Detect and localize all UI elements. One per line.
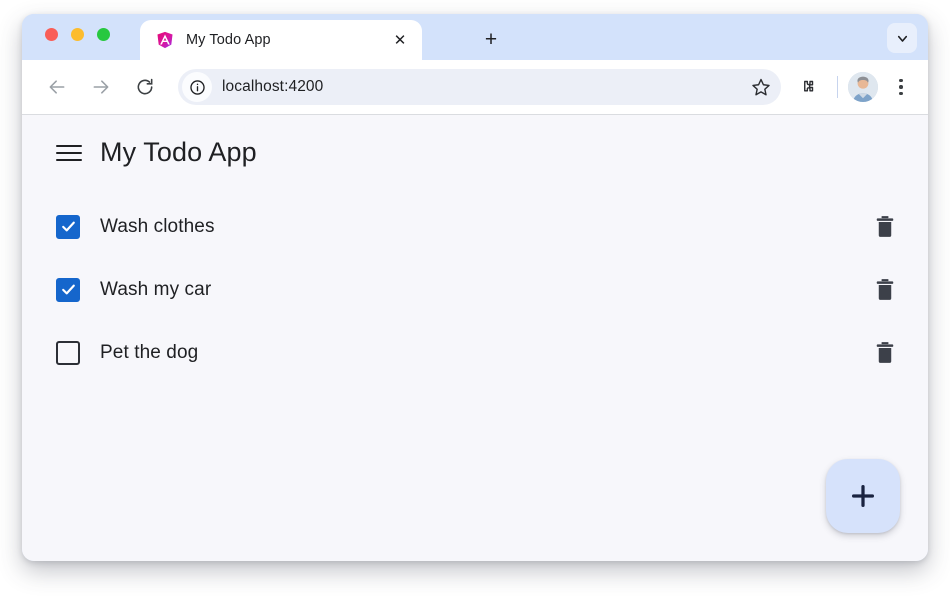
- angular-logo-icon: [157, 31, 173, 49]
- check-icon: [61, 284, 75, 295]
- trash-icon: [876, 215, 894, 237]
- browser-window: My Todo App ✕ + localhost:4200 My Todo A…: [22, 14, 928, 561]
- todo-checkbox[interactable]: [56, 277, 80, 302]
- close-icon[interactable]: ✕: [388, 28, 412, 52]
- arrow-right-icon: [93, 80, 109, 94]
- todo-checkbox[interactable]: [56, 214, 80, 239]
- new-tab-button[interactable]: +: [477, 25, 505, 53]
- app-header: My Todo App: [22, 115, 928, 168]
- three-dot-menu-icon: [899, 85, 903, 89]
- todo-label: Wash clothes: [100, 215, 215, 237]
- chevron-down-icon: [897, 35, 907, 42]
- trash-icon: [876, 278, 894, 300]
- address-bar[interactable]: localhost:4200: [178, 69, 781, 105]
- tab-search-button[interactable]: [887, 23, 917, 53]
- screen: My Todo App ✕ + localhost:4200 My Todo A…: [0, 0, 950, 600]
- todo-list: Wash clothes Wash my car Pet the dog: [22, 195, 928, 384]
- three-dot-menu-icon: [899, 91, 903, 96]
- hamburger-line: [56, 151, 82, 154]
- window-maximize-button[interactable]: [97, 28, 110, 41]
- tab-strip: My Todo App ✕ +: [22, 14, 928, 60]
- puzzle-piece-icon: [804, 80, 814, 92]
- page-title: My Todo App: [100, 137, 257, 167]
- three-dot-menu-icon: [899, 78, 903, 83]
- plus-icon: [852, 485, 874, 507]
- extensions-button[interactable]: [791, 71, 823, 103]
- back-button[interactable]: [40, 70, 74, 104]
- window-close-button[interactable]: [45, 28, 58, 41]
- hamburger-menu-icon[interactable]: [56, 144, 82, 161]
- page-viewport: My Todo App Wash clothes Wash my car Pet…: [22, 115, 928, 561]
- hamburger-line: [56, 144, 82, 147]
- address-bar-text: localhost:4200: [222, 78, 324, 95]
- hamburger-line: [56, 158, 82, 161]
- arrow-left-icon: [49, 80, 65, 94]
- todo-label: Wash my car: [100, 278, 212, 300]
- bookmark-button[interactable]: [745, 71, 777, 103]
- browser-tab[interactable]: My Todo App ✕: [140, 20, 422, 60]
- site-info-button[interactable]: [182, 72, 212, 102]
- forward-button[interactable]: [84, 70, 118, 104]
- browser-toolbar: localhost:4200: [22, 60, 928, 115]
- table-row: Pet the dog: [22, 321, 928, 384]
- table-row: Wash clothes: [22, 195, 928, 258]
- reload-icon: [137, 78, 153, 95]
- window-controls: [45, 28, 110, 41]
- check-icon: [61, 221, 75, 232]
- tab-title: My Todo App: [186, 32, 271, 48]
- toolbar-divider: [837, 76, 838, 98]
- browser-menu-button[interactable]: [886, 72, 916, 102]
- todo-checkbox[interactable]: [56, 340, 80, 365]
- reload-button[interactable]: [128, 70, 162, 104]
- window-minimize-button[interactable]: [71, 28, 84, 41]
- delete-todo-button[interactable]: [872, 338, 898, 368]
- add-todo-button[interactable]: [826, 459, 900, 533]
- todo-label: Pet the dog: [100, 341, 199, 363]
- info-circle-icon: [189, 79, 205, 95]
- trash-icon: [876, 341, 894, 363]
- delete-todo-button[interactable]: [872, 275, 898, 305]
- star-icon: [752, 78, 770, 96]
- table-row: Wash my car: [22, 258, 928, 321]
- avatar[interactable]: [848, 72, 878, 102]
- delete-todo-button[interactable]: [872, 212, 898, 242]
- profile-avatar: [848, 72, 878, 102]
